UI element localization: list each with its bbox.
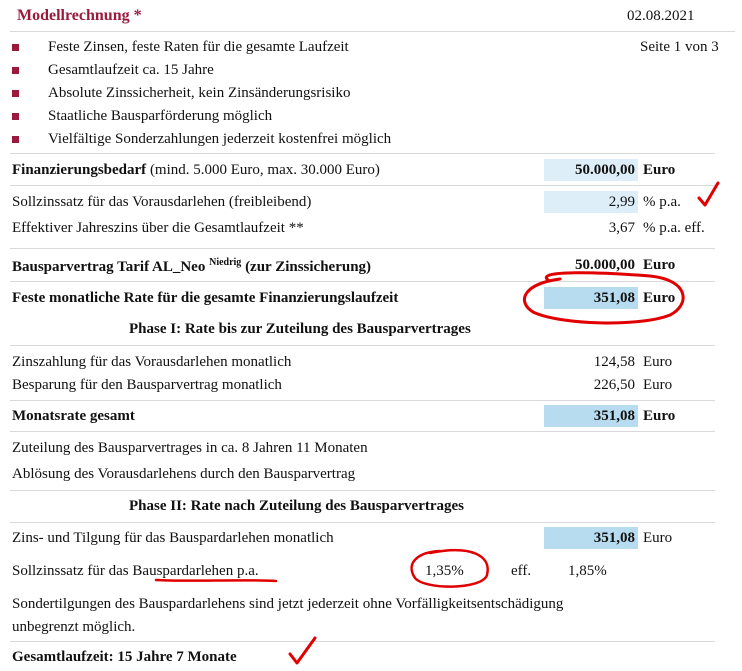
- bedarf-label-bold: Finanzierungsbedarf: [12, 162, 147, 178]
- sollzins-word: Bauspardarlehen: [132, 563, 234, 579]
- sollzins-label: Sollzinssatz für das Vorausdarlehen (fre…: [12, 194, 312, 210]
- bauspar-sollzins-value: 1,35%: [425, 563, 464, 579]
- underline-annotation-icon: [154, 578, 278, 583]
- bullet-icon: [12, 90, 19, 97]
- sollzins-unit: % p.a.: [643, 194, 681, 210]
- effektiv-label: Effektiver Jahreszins über die Gesamtlau…: [12, 220, 304, 236]
- feature-item: Feste Zinsen, feste Raten für die gesamt…: [48, 39, 349, 55]
- feature-item: Absolute Zinssicherheit, kein Zinsänderu…: [48, 85, 351, 101]
- page-indicator: Seite 1 von 3: [640, 39, 719, 55]
- bausparvertrag-label: Bausparvertrag Tarif AL_Neo Niedrig (zur…: [12, 257, 371, 276]
- zuteilung-text: Zuteilung des Bausparvertrages in ca. 8 …: [12, 440, 368, 456]
- effektiv-value: 3,67: [608, 220, 635, 236]
- divider: [10, 400, 715, 401]
- divider: [10, 248, 715, 249]
- bullet-icon: [12, 44, 19, 51]
- tilgung-unit: Euro: [643, 530, 673, 546]
- bausparvertrag-superscript: Niedrig: [209, 257, 242, 268]
- bausparvertrag-name: Bausparvertrag Tarif AL_Neo: [12, 259, 206, 275]
- bullet-icon: [12, 67, 19, 74]
- zinszahlung-value: 124,58: [593, 354, 635, 370]
- date: 02.08.2021: [627, 8, 695, 24]
- divider: [10, 31, 735, 32]
- bauspar-eff-value: 1,85%: [568, 563, 607, 579]
- divider: [10, 641, 715, 642]
- bedarf-note: (mind. 5.000 Euro, max. 30.000 Euro): [149, 162, 380, 178]
- divider: [10, 153, 715, 154]
- bausparvertrag-suffix: (zur Zinssicherung): [245, 259, 372, 275]
- bauspar-eff-label: eff.: [511, 563, 532, 579]
- divider: [10, 345, 715, 346]
- rate-unit: Euro: [643, 290, 676, 306]
- monatsrate-label: Monatsrate gesamt: [12, 408, 135, 424]
- bausparvertrag-unit: Euro: [643, 257, 676, 273]
- rate-value: 351,08: [593, 290, 635, 306]
- bausparvertrag-value: 50.000,00: [575, 257, 635, 273]
- effektiv-unit: % p.a. eff.: [643, 220, 705, 236]
- gesamtlaufzeit: Gesamtlaufzeit: 15 Jahre 7 Monate: [12, 649, 237, 665]
- abloesung-text: Ablösung des Vorausdarlehens durch den B…: [12, 466, 356, 482]
- bedarf-value: 50.000,00: [575, 162, 635, 178]
- zinszahlung-unit: Euro: [643, 354, 673, 370]
- sondertilgung-line2: unbegrenzt möglich.: [12, 619, 136, 635]
- feature-item: Staatliche Bausparförderung möglich: [48, 108, 273, 124]
- sollzins-value: 2,99: [608, 194, 635, 210]
- checkmark-icon: [697, 181, 720, 207]
- divider: [10, 490, 715, 491]
- phase1-heading: Phase I: Rate bis zur Zuteilung des Baus…: [129, 321, 471, 337]
- divider: [10, 522, 715, 523]
- divider: [10, 431, 715, 432]
- divider: [10, 185, 715, 186]
- sollzins-prefix: Sollzinssatz für das: [12, 563, 129, 579]
- zinszahlung-label: Zinszahlung für das Vorausdarlehen monat…: [12, 354, 292, 370]
- besparung-unit: Euro: [643, 377, 673, 393]
- sollzins-suffix: p.a.: [236, 563, 259, 579]
- bedarf-label: Finanzierungsbedarf (mind. 5.000 Euro, m…: [12, 162, 380, 179]
- tilgung-value: 351,08: [593, 530, 635, 546]
- feature-item: Gesamtlaufzeit ca. 15 Jahre: [48, 62, 214, 78]
- monatsrate-value: 351,08: [593, 408, 635, 424]
- bauspar-sollzins-label: Sollzinssatz für das Bauspardarlehen p.a…: [12, 563, 259, 580]
- monatsrate-unit: Euro: [643, 408, 676, 424]
- bullet-icon: [12, 113, 19, 120]
- sondertilgung-line1: Sondertilgungen des Bauspardarlehens sin…: [12, 596, 564, 612]
- tilgung-label: Zins- und Tilgung für das Bauspardarlehe…: [12, 530, 334, 546]
- phase2-heading: Phase II: Rate nach Zuteilung des Bauspa…: [129, 498, 465, 514]
- bullet-icon: [12, 136, 19, 143]
- bedarf-unit: Euro: [643, 162, 676, 178]
- besparung-label: Besparung für den Bausparvertrag monatli…: [12, 377, 282, 393]
- feature-item: Vielfältige Sonderzahlungen jederzeit ko…: [48, 131, 392, 147]
- rate-label: Feste monatliche Rate für die gesamte Fi…: [12, 290, 399, 306]
- divider: [10, 281, 715, 282]
- page-title: Modellrechnung *: [17, 7, 142, 24]
- besparung-value: 226,50: [593, 377, 635, 393]
